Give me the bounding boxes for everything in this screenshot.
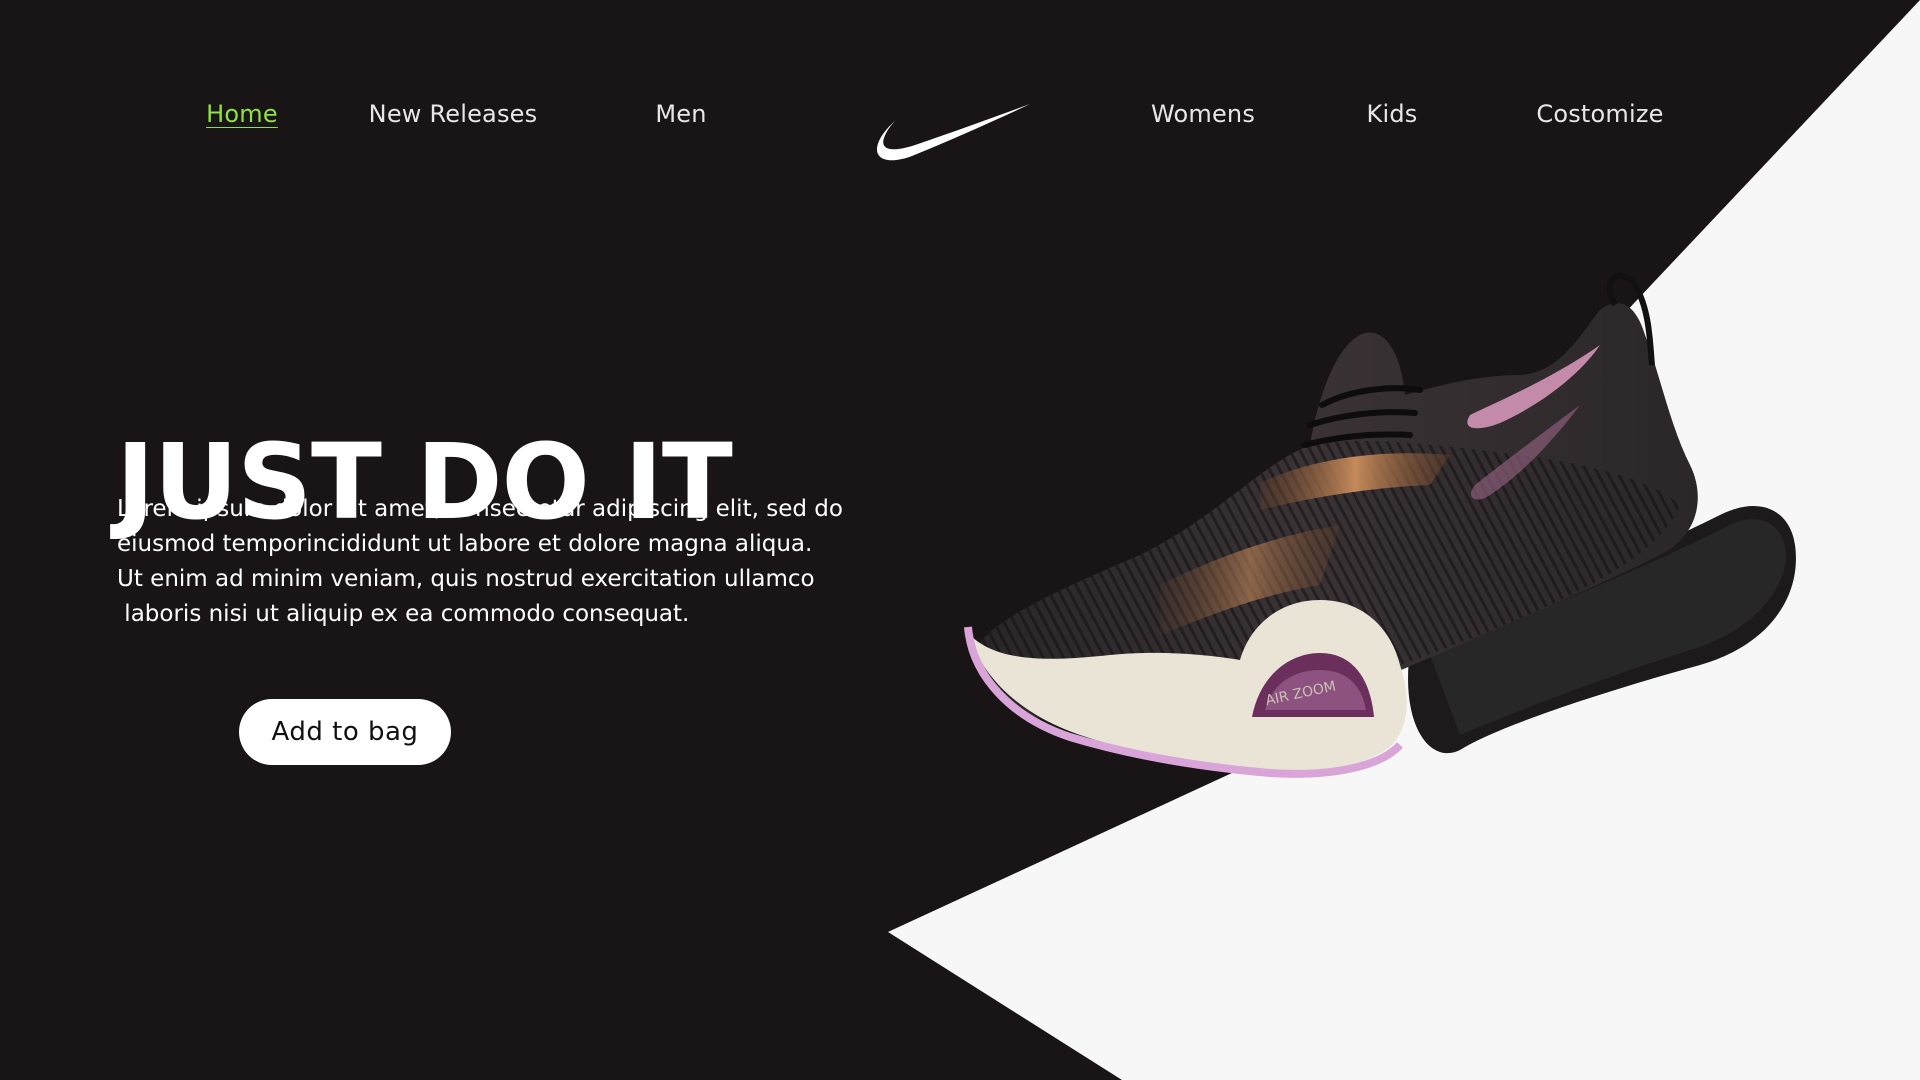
nav-customize[interactable]: Costomize: [1536, 100, 1663, 128]
hero-description-line: laboris nisi ut aliquip ex ea commodo co…: [117, 601, 690, 627]
hero-description-line: Ut enim ad minim veniam, quis nostrud ex…: [117, 566, 815, 592]
shoe-product-image: AIR ZOOM: [964, 272, 1796, 778]
hero-description: Lorem ipsum dolor sit amet, consectetur …: [117, 492, 857, 632]
add-to-bag-button[interactable]: Add to bag: [239, 699, 451, 765]
nav-womens[interactable]: Womens: [1151, 100, 1255, 128]
nav-men[interactable]: Men: [655, 100, 706, 128]
nav-home[interactable]: Home: [206, 100, 278, 128]
nav-kids[interactable]: Kids: [1367, 100, 1418, 128]
landing-page: Home New Releases Men Womens Kids Costom…: [0, 0, 1920, 1080]
swoosh-logo-icon[interactable]: [872, 100, 1032, 164]
nav-new-releases[interactable]: New Releases: [369, 100, 538, 128]
hero-description-line: Lorem ipsum dolor sit amet, consectetur …: [117, 496, 843, 522]
hero-description-line: eiusmod temporincididunt ut labore et do…: [117, 531, 813, 557]
